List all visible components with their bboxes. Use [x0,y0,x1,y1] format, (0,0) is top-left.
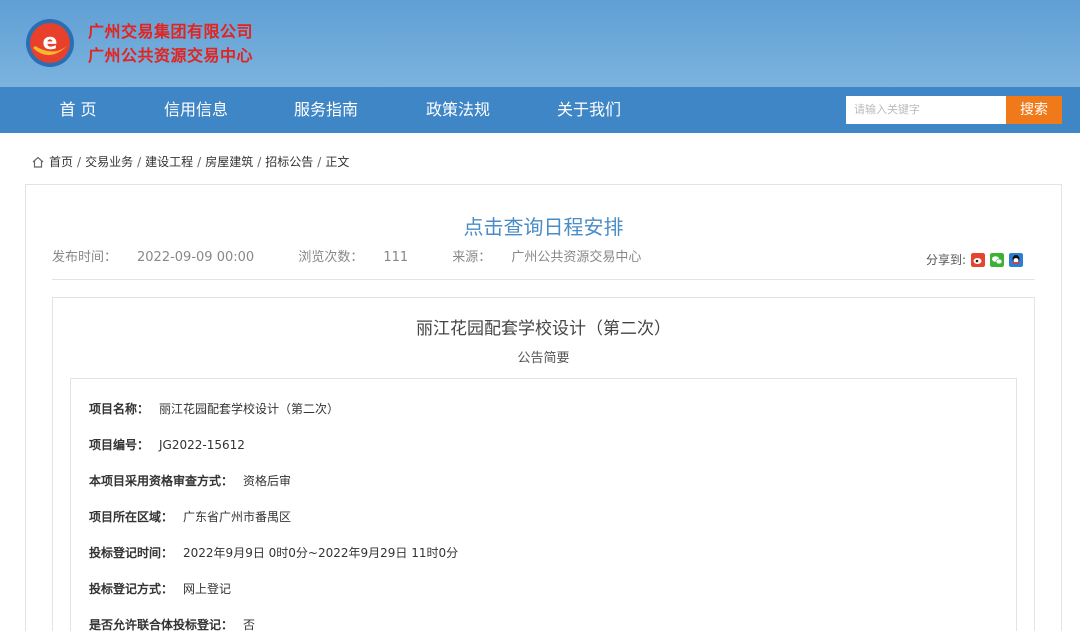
breadcrumb-separator: / [317,155,322,169]
article-title[interactable]: 点击查询日程安排 [26,211,1061,240]
site-header: e 广州交易集团有限公司 广州公共资源交易中心 [0,0,1080,87]
article-source: 来源： 广州公共资源交易中心 [452,250,642,265]
qq-icon[interactable] [1009,252,1024,267]
field-project-name: 项目名称： 丽江花园配套学校设计（第二次） [89,402,340,416]
breadcrumb: 首页 / 交易业务 / 建设工程 / 房屋建筑 / 招标公告 / 正文 [31,153,349,171]
org-name-line1: 广州交易集团有限公司 [88,22,254,41]
field-region: 项目所在区域： 广东省广州市番禺区 [89,510,292,524]
article-container: 点击查询日程安排 发布时间： 2022-09-09 00:00 浏览次数： 111 … [25,184,1062,631]
logo-letter: e [43,30,58,55]
breadcrumb-separator: / [137,155,142,169]
article-meta: 发布时间： 2022-09-09 00:00 浏览次数： 111 来源： 广州公共资源… [52,249,681,267]
share-label: 分享到: [926,253,967,267]
home-icon [32,156,44,168]
publish-time: 发布时间： 2022-09-09 00:00 [52,250,255,265]
weibo-icon[interactable] [971,252,986,267]
logo-icon[interactable]: e [25,18,75,68]
nav-item-guide[interactable]: 服务指南 [286,87,366,133]
field-consortium: 是否允许联合体投标登记：否 [89,618,256,631]
divider [52,279,1035,280]
breadcrumb-separator: / [197,155,202,169]
org-name-line2: 广州公共资源交易中心 [88,46,254,65]
nav-item-about[interactable]: 关于我们 [549,87,629,133]
field-registration-method: 投标登记方式： 网上登记 [89,582,232,596]
org-name[interactable]: 广州交易集团有限公司 广州公共资源交易中心 [88,20,253,68]
search-button[interactable]: 搜索 [1006,96,1062,124]
breadcrumb-tender[interactable]: 招标公告 [265,153,313,171]
field-review-method: 本项目采用资格审查方式： 资格后审 [89,474,292,488]
breadcrumb-construction[interactable]: 建设工程 [145,153,193,171]
breadcrumb-building[interactable]: 房屋建筑 [205,153,253,171]
breadcrumb-current: 正文 [325,155,350,169]
field-registration-time: 投标登记时间： 2022年9月9日 0时0分~2022年9月29日 11时0分 [89,546,459,560]
search-input[interactable]: 请输入关键字 [846,96,1006,124]
breadcrumb-trade[interactable]: 交易业务 [85,153,133,171]
nav-item-credit[interactable]: 信用信息 [156,87,236,133]
wechat-icon[interactable] [990,252,1005,267]
doc-subtitle: 公告简要 [517,351,570,366]
share-bar: 分享到: [926,251,1024,268]
breadcrumb-separator: / [257,155,262,169]
view-count: 浏览次数： 111 [298,250,409,265]
announcement-fields: 项目名称： 丽江花园配套学校设计（第二次） 项目编号： JG2022-15612 本… [70,378,1017,631]
breadcrumb-home[interactable]: 首页 [49,153,73,171]
nav-item-home[interactable]: 首 页 [40,87,116,133]
breadcrumb-separator: / [77,155,82,169]
doc-title: 丽江花园配套学校设计（第二次） [416,319,671,339]
nav-item-policy[interactable]: 政策法规 [418,87,498,133]
field-project-code: 项目编号： JG2022-15612 [89,438,245,452]
announcement-doc: 丽江花园配套学校设计（第二次） 公告简要 项目名称： 丽江花园配套学校设计（第二次… [52,297,1035,631]
